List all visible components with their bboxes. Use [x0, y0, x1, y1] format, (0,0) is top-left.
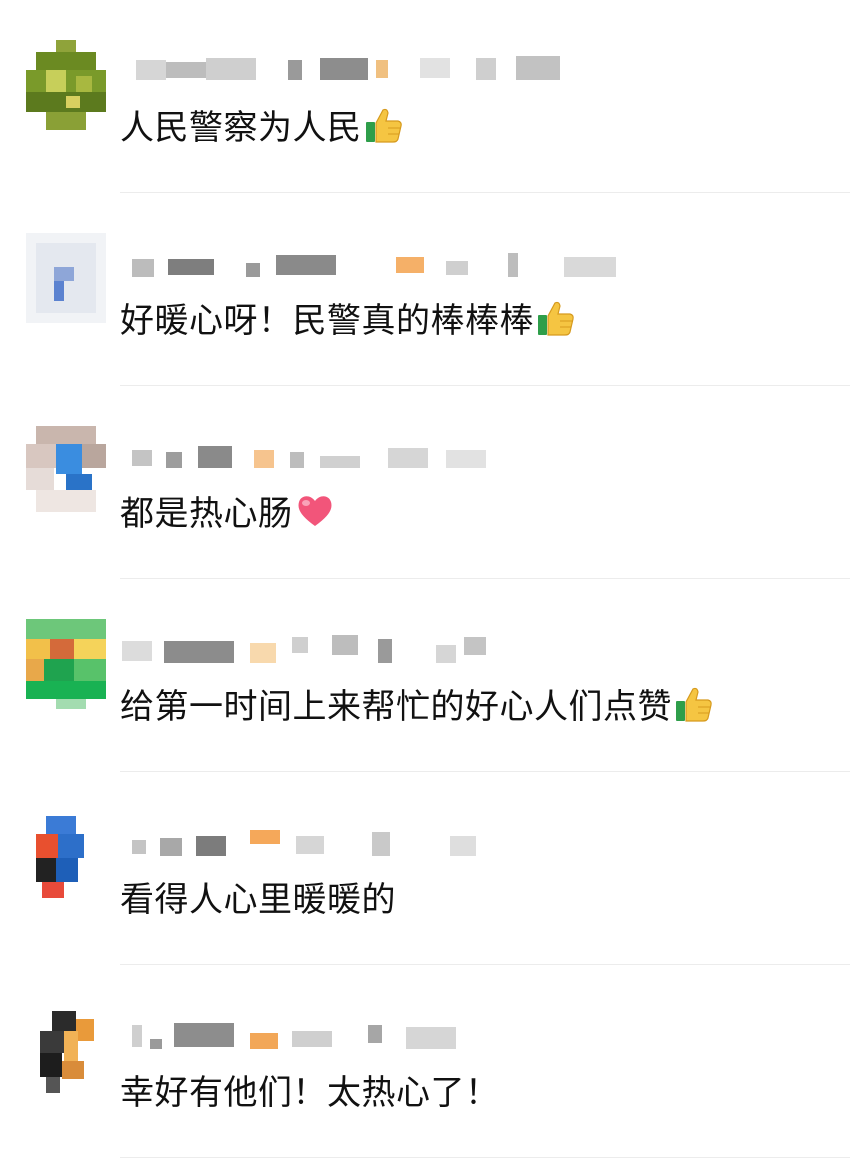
thumbs-up-icon: [674, 684, 714, 741]
thumbs-up-icon: [536, 298, 576, 355]
comment-text: 好暖心呀！民警真的棒棒棒: [120, 293, 576, 349]
comment-item: 幸好有他们！太热心了！: [0, 965, 850, 1158]
comment-body: 给第一时间上来帮忙的好心人们点赞: [120, 687, 672, 727]
username-blurred[interactable]: [120, 52, 600, 86]
username-blurred[interactable]: [120, 245, 616, 279]
thumbs-up-icon: [364, 105, 404, 162]
username-blurred[interactable]: [120, 631, 600, 665]
comment-item: 给第一时间上来帮忙的好心人们点赞: [0, 579, 850, 772]
comment-body: 幸好有他们！太热心了！: [120, 1073, 500, 1113]
avatar[interactable]: [26, 40, 106, 130]
comment-text: 人民警察为人民: [120, 100, 404, 156]
divider: [120, 1157, 850, 1158]
comment-text: 幸好有他们！太热心了！: [120, 1065, 500, 1121]
comment-text: 看得人心里暖暖的: [120, 872, 396, 928]
avatar[interactable]: [26, 619, 106, 709]
heart-icon: [295, 491, 335, 548]
comment-body: 都是热心肠: [120, 494, 293, 534]
comment-item: 看得人心里暖暖的: [0, 772, 850, 965]
comment-text: 都是热心肠: [120, 486, 335, 542]
comment-item: 都是热心肠: [0, 386, 850, 579]
comment-list: 人民警察为人民 好暖心呀！民警真的棒棒棒 都是热心肠 给第一时间上来帮忙的好心人…: [0, 0, 850, 1162]
username-blurred[interactable]: [120, 824, 600, 858]
comment-item: 好暖心呀！民警真的棒棒棒: [0, 193, 850, 386]
username-blurred[interactable]: [120, 438, 600, 472]
comment-body: 人民警察为人民: [120, 108, 362, 148]
comment-item: 人民警察为人民: [0, 0, 850, 193]
username-blurred[interactable]: [120, 1017, 600, 1051]
comment-body: 好暖心呀！民警真的棒棒棒: [120, 301, 534, 341]
avatar[interactable]: [26, 426, 106, 516]
comment-text: 给第一时间上来帮忙的好心人们点赞: [120, 679, 714, 735]
avatar[interactable]: [26, 233, 106, 323]
avatar[interactable]: [26, 812, 106, 902]
avatar[interactable]: [26, 1005, 106, 1095]
comment-body: 看得人心里暖暖的: [120, 880, 396, 920]
